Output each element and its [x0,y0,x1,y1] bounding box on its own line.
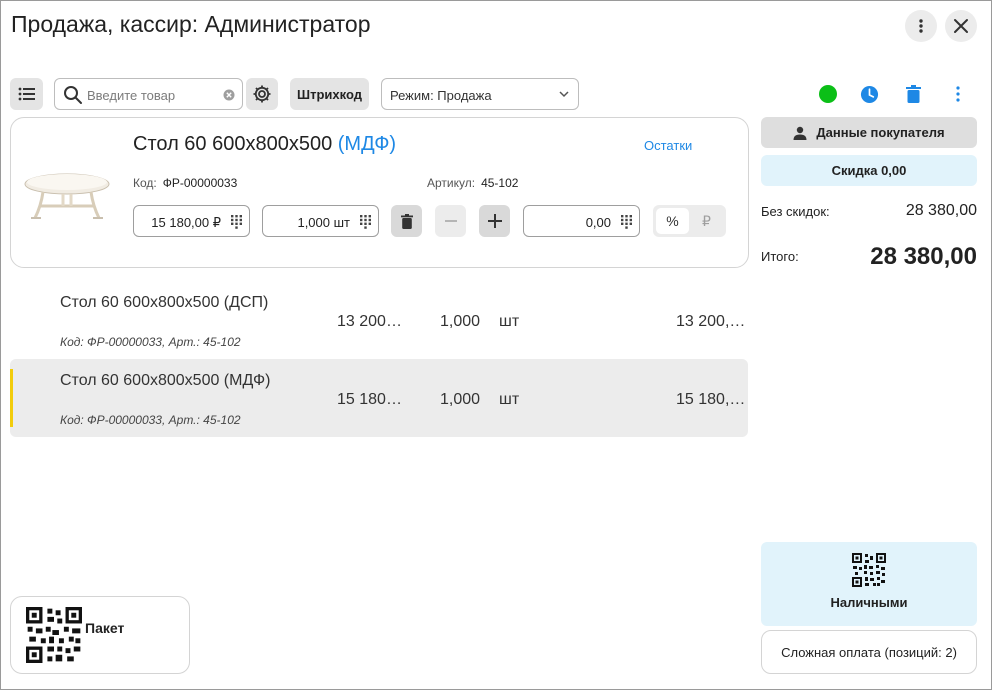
gear-icon [253,85,271,103]
line-item-name: Стол 60 600х800х500 (МДФ) [60,372,271,389]
current-item-name: Стол 60 600х800х500 [133,133,333,155]
window-menu-button[interactable] [905,10,937,42]
sale-line-row[interactable]: Стол 60 600х800х500 (ДСП) Код: ФР-0000003… [10,281,748,359]
line-item-qty: 1,000 [440,313,481,330]
total-value: 28 380,00 [870,243,977,270]
total-label: Итого: [761,249,799,264]
current-item-title: Стол 60 600х800х500 (МДФ) [133,133,396,156]
code-label: Код: [133,176,157,190]
list-icon [18,87,35,101]
article-label: Артикул: [427,176,476,190]
discount-type-toggle: % ₽ [653,205,726,237]
keypad-icon[interactable] [360,215,371,229]
increase-quantity-button[interactable] [479,205,510,237]
current-item-variant: (МДФ) [337,133,397,155]
total-row: Итого: 28 380,00 [761,243,977,273]
customer-data-label: Данные покупателя [816,125,945,140]
minus-icon [444,220,457,222]
line-item-details: Код: ФР-00000033, Арт.: 45-102 [60,413,241,427]
line-item-qty: 1,000 [440,391,481,408]
trash-icon[interactable] [906,85,921,103]
selected-row-indicator [10,369,13,427]
no-discount-row: Без скидок: 28 380,00 [761,202,977,222]
discount-field[interactable]: 0,00 [523,205,640,237]
line-item-name: Стол 60 600х800х500 (ДСП) [60,294,269,311]
window-title: Продажа, кассир: Администратор [11,11,371,37]
close-button[interactable] [945,10,977,42]
person-icon [793,126,807,140]
chevron-down-icon [559,91,569,98]
product-image [24,173,110,219]
keypad-icon[interactable] [621,215,632,229]
packet-button[interactable]: Пакет [10,596,190,674]
quantity-field[interactable]: 1,000 шт [262,205,379,237]
line-item-sum: 15 180,… [676,391,746,408]
product-search[interactable] [54,78,243,110]
clear-icon[interactable] [223,89,235,101]
more-vertical-icon [919,19,923,33]
more-vertical-icon[interactable] [951,85,965,103]
qr-code-icon [26,607,82,663]
discount-currency-option[interactable]: ₽ [690,208,723,234]
article-value: 45-102 [481,176,519,190]
stock-link[interactable]: Остатки [644,138,692,153]
no-discount-label: Без скидок: [761,204,830,219]
current-item-article: Артикул: 45-102 [427,176,518,190]
line-item-price: 15 180… [337,391,402,408]
line-item-sum: 13 200,… [676,313,746,330]
close-icon [954,19,968,33]
line-item-details: Код: ФР-00000033, Арт.: 45-102 [60,335,241,349]
complex-payment-button[interactable]: Сложная оплата (позиций: 2) [761,630,977,674]
cash-payment-button[interactable]: Наличными [761,542,977,626]
connection-status-icon[interactable] [819,85,837,103]
line-item-price: 13 200… [337,313,402,330]
current-item-card: Стол 60 600х800х500 (МДФ) Остатки Код: ФР… [10,117,749,268]
customer-data-button[interactable]: Данные покупателя [761,117,977,148]
price-value: 15 180,00 ₽ [151,215,221,230]
packet-label: Пакет [85,620,125,636]
discount-button[interactable]: Скидка 0,00 [761,155,977,186]
delete-item-button[interactable] [391,205,422,237]
price-field[interactable]: 15 180,00 ₽ [133,205,250,237]
mode-select[interactable]: Режим: Продажа [381,78,579,110]
trash-icon [400,213,413,229]
search-icon [64,86,82,104]
no-discount-value: 28 380,00 [905,202,977,219]
search-input[interactable] [87,85,219,105]
sale-line-row[interactable]: Стол 60 600х800х500 (МДФ) Код: ФР-0000003… [10,359,748,437]
sale-window: Продажа, кассир: Администратор Введите т… [0,0,992,690]
quantity-value: 1,000 шт [297,215,350,230]
code-value: ФР-00000033 [162,176,238,190]
clock-icon[interactable] [860,85,879,104]
cash-payment-label: Наличными [830,595,908,610]
discount-value: 0,00 [585,215,611,230]
list-view-button[interactable] [10,78,43,110]
decrease-quantity-button[interactable] [435,205,466,237]
search-settings-button[interactable] [246,78,278,110]
plus-icon [487,214,502,228]
line-item-unit: шт [499,391,520,408]
qr-code-icon [852,553,886,587]
current-item-code: Код: ФР-00000033 [133,176,237,190]
line-item-unit: шт [499,313,520,330]
barcode-button[interactable]: Штрихкод [290,78,369,110]
keypad-icon[interactable] [231,215,242,229]
mode-select-value: Режим: Продажа [390,88,492,103]
discount-percent-option[interactable]: % [656,208,689,234]
